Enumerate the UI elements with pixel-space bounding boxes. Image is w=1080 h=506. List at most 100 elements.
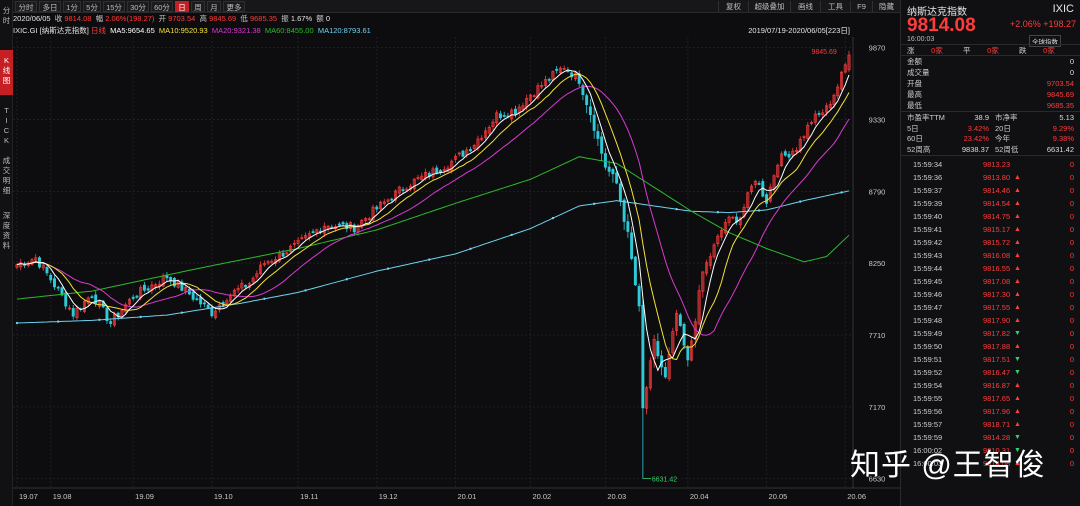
tool-button[interactable]: 超级叠加 [748,1,790,12]
tool-button[interactable]: 工具 [820,1,850,12]
info-high-label: 高 [199,14,207,23]
period-button[interactable]: 多日 [39,1,61,12]
y-tick-label: 9330 [869,115,886,124]
tick-row[interactable]: 15:59:34 9813.23 0 [907,158,1076,171]
tick-row[interactable]: 15:59:54 9816.87 ▲ 0 [907,379,1076,392]
stat-row: 最低 9685.35 [907,101,1074,110]
period-button[interactable]: 周 [191,1,205,12]
candle-body [637,285,641,307]
period-button[interactable]: 60分 [151,1,173,12]
period-button[interactable]: 月 [207,1,221,12]
x-tick-label: 19.07 [19,492,38,501]
rail-tab-0[interactable]: 分时 [0,0,13,50]
candle-body [686,347,690,361]
period-button[interactable]: 30分 [127,1,149,12]
candle-body [555,68,559,71]
candlestick-chart[interactable]: 987093308790825077107170663019.07 19.08 19… [13,37,900,506]
quote-time: 16:00:03 [907,36,935,43]
candle-body [622,199,626,222]
tick-row[interactable]: 15:59:44 9816.55 ▲ 0 [907,262,1076,275]
candle-body [199,297,203,305]
period-button[interactable]: 15分 [103,1,125,12]
tick-row[interactable]: 15:59:41 9815.17 ▲ 0 [907,223,1076,236]
y-tick-label: 9870 [869,44,886,53]
candle-body [757,183,761,185]
candle-body [244,284,248,288]
tick-row[interactable]: 15:59:36 9813.80 ▲ 0 [907,171,1076,184]
valuation-row: 52周高 9838.37 52周低 6631.42 [907,144,1074,154]
info-open: 9703.54 [168,14,196,23]
tick-row[interactable]: 15:59:57 9818.71 ▲ 0 [907,418,1076,431]
info-high: 9845.69 [209,14,237,23]
ma120-marker [799,200,802,203]
x-tick-label: 19.12 [379,492,398,501]
candle-body [498,113,502,119]
candle-body [626,221,630,232]
tick-row[interactable]: 15:59:55 9817.65 ▲ 0 [907,392,1076,405]
ma20-legend: MA20:9321.38 [211,26,261,35]
ma120-marker [15,321,19,325]
rail-tab-2[interactable]: TICK [0,100,13,145]
candle-body [611,169,615,175]
x-tick-label: 20.01 [457,492,476,501]
watermark: 知乎 @王智俊 [850,449,1046,482]
candle-body [49,274,53,281]
candle-body [341,222,345,225]
tool-button[interactable]: 复权 [718,1,748,12]
tick-row[interactable]: 15:59:56 9817.96 ▲ 0 [907,405,1076,418]
tool-button[interactable]: 画线 [790,1,820,12]
y-tick-label: 8790 [869,187,886,196]
candle-body [656,341,660,357]
high-annotation: 9845.69 [812,49,837,56]
candle-body [678,314,682,326]
tick-row[interactable]: 15:59:40 9814.75 ▲ 0 [907,210,1076,223]
ma5-line [16,69,850,372]
tick-row[interactable]: 15:59:48 9817.90 ▲ 0 [907,314,1076,327]
info-amp: 1.67% [290,14,313,23]
period-button[interactable]: 5分 [83,1,101,12]
period-button[interactable]: 分时 [15,1,37,12]
tool-button[interactable]: F9 [850,1,872,12]
candle-body [439,170,442,173]
tool-button[interactable]: 隐藏 [872,1,900,12]
candle-body [787,153,791,158]
period-button[interactable]: 更多 [223,1,245,12]
candle-body [600,136,604,154]
info-close-label: 收 [54,14,63,23]
tick-row[interactable]: 15:59:45 9817.08 ▲ 0 [907,275,1076,288]
rail-tab-3[interactable]: 成交明细 [0,150,13,205]
candle-body [45,267,49,274]
tick-row[interactable]: 15:59:42 9815.72 ▲ 0 [907,236,1076,249]
candle-body [53,278,56,288]
ohlc-info-bar: 2020/06/05 收 9814.08 幅 2.06%(198.27) 开 9… [13,13,900,25]
x-tick-label: 19.09 [135,492,154,501]
tick-row[interactable]: 15:59:47 9817.55 ▲ 0 [907,301,1076,314]
tick-row[interactable]: 15:59:39 9814.54 ▲ 0 [907,197,1076,210]
candle-body [469,149,472,152]
tick-row[interactable]: 15:59:52 9816.47 ▼ 0 [907,366,1076,379]
tick-row[interactable]: 15:59:49 9817.82 ▼ 0 [907,327,1076,340]
rail-tab-4[interactable]: 深度资料 [0,205,13,250]
info-change: 2.06%(198.27) [105,14,155,23]
x-tick-label: 20.02 [532,492,551,501]
period-button[interactable]: 日 [175,1,189,12]
adjust-type[interactable]: 日线 [91,26,106,35]
period-button[interactable]: 1分 [63,1,81,12]
candle-body [206,304,210,309]
candle-body [663,367,667,378]
ma120-marker [716,211,720,214]
candle-body [191,291,195,300]
tick-row[interactable]: 15:59:51 9817.51 ▼ 0 [907,353,1076,366]
tick-row[interactable]: 15:59:50 9817.88 ▲ 0 [907,340,1076,353]
ma120-marker [345,278,349,281]
rail-tab-1[interactable]: K线图 [0,50,13,95]
candle-body [401,189,405,191]
tick-row[interactable]: 15:59:46 9817.30 ▲ 0 [907,288,1076,301]
candle-body [502,115,506,117]
candle-body [615,172,619,184]
candle-body [618,183,622,202]
info-close: 9814.08 [64,14,92,23]
ma10-legend: MA10:9520.93 [158,26,208,35]
tick-row[interactable]: 15:59:37 9814.46 ▲ 0 [907,184,1076,197]
tick-row[interactable]: 15:59:43 9816.08 ▲ 0 [907,249,1076,262]
